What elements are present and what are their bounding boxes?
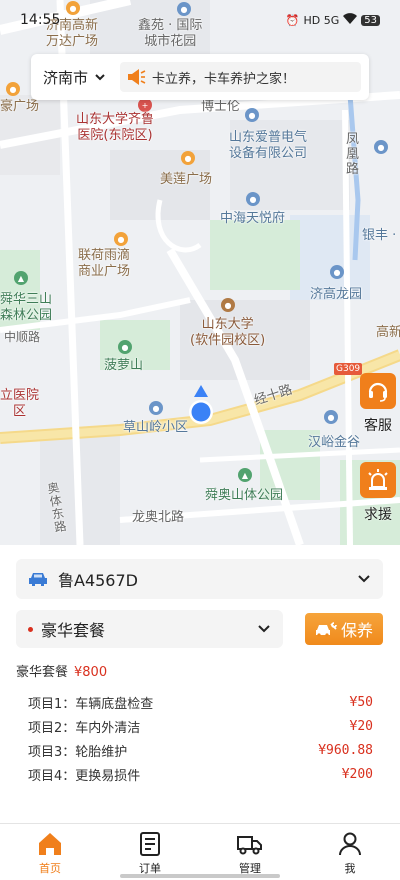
car-icon <box>29 573 47 586</box>
alarm-light-icon <box>360 462 396 498</box>
tab-label: 我 <box>344 862 356 875</box>
residence-poi-icon: ● <box>246 192 260 206</box>
shopping-poi-icon: ● <box>181 151 195 165</box>
chevron-down-icon <box>95 74 105 81</box>
map-label: 山东爱普电气 设备有限公司 <box>229 130 308 161</box>
current-location-icon <box>189 385 213 424</box>
item-label: 项目3：轮胎维护 <box>28 744 128 760</box>
item-label: 项目1：车辆底盘检查 <box>28 696 154 712</box>
battery-indicator: 53 <box>361 14 380 26</box>
customer-service-label: 客服 <box>364 418 392 434</box>
top-bar: 济南市 卡立养，卡车养护之家！ <box>31 54 369 100</box>
tab-profile[interactable]: 我 <box>300 824 400 880</box>
map-label: 中海天悦府 <box>220 211 286 226</box>
map-label: 汉峪金谷 <box>308 435 361 450</box>
map-label: 高新 <box>376 325 400 340</box>
map-label: 舜华三山 森林公园 <box>0 292 53 323</box>
map-label: 济高龙园 <box>310 287 363 302</box>
shopping-poi-icon: ● <box>6 82 20 96</box>
package-items-list: 项目1：车辆底盘检查 ¥50 项目2：车内外清洁 ¥20 项目3：轮胎维护 ¥9… <box>28 690 373 786</box>
road-label: 龙奥北路 <box>132 510 185 525</box>
package-summary: 豪华套餐 ¥800 <box>16 661 107 680</box>
required-dot <box>28 626 33 632</box>
summary-name: 豪华套餐 <box>16 665 69 680</box>
map-label: 中顺路 <box>4 330 41 344</box>
city-name: 济南市 <box>43 68 89 87</box>
hospital-poi-icon: + <box>138 98 152 112</box>
map-label: 联荷雨滴 商业广场 <box>78 248 131 279</box>
tab-orders[interactable]: 订单 <box>100 824 200 880</box>
summary-price: ¥800 <box>74 665 108 680</box>
maintenance-label: 保养 <box>340 621 373 640</box>
tab-home[interactable]: 首页 <box>0 824 100 880</box>
scenic-poi-icon: ● <box>118 340 132 354</box>
map-label: 山东大学 (软件园校区) <box>190 317 266 348</box>
truck-icon <box>237 836 262 855</box>
map-label: 菠萝山 <box>104 358 144 373</box>
network-indicator: HD 5G <box>303 13 340 27</box>
notice-banner[interactable]: 卡立养，卡车养护之家！ <box>120 62 361 92</box>
map-label: 立医院区 <box>0 388 40 419</box>
headset-icon <box>360 373 396 409</box>
item-price: ¥960.88 <box>318 742 373 758</box>
plate-number: 鲁A4567D <box>58 571 138 590</box>
bottom-tab-bar: 首页 订单 管理 我 <box>0 823 400 880</box>
map-label: 银丰 · <box>362 228 397 243</box>
residence-poi-icon: ● <box>330 265 344 279</box>
school-poi-icon: ● <box>221 298 235 312</box>
company-poi-icon: ● <box>245 108 259 122</box>
wifi-icon <box>343 13 358 27</box>
park-poi-icon: ▲ <box>238 468 252 482</box>
map-label: 山东大学齐鲁 医院(东院区) <box>76 112 155 143</box>
user-icon <box>339 832 361 856</box>
item-price: ¥20 <box>349 718 373 734</box>
chevron-down-icon <box>258 625 270 633</box>
customer-service-button[interactable]: 客服 <box>356 373 400 435</box>
company-poi-icon: ● <box>374 140 388 154</box>
map-label: 舜奥山体公园 <box>205 488 284 503</box>
tab-label: 首页 <box>39 862 61 875</box>
car-repair-icon <box>315 622 337 637</box>
megaphone-icon <box>128 69 146 85</box>
item-label: 项目2：车内外清洁 <box>28 720 141 736</box>
maintenance-button[interactable]: 保养 <box>305 613 383 645</box>
package-selector[interactable]: 豪华套餐 <box>16 610 283 648</box>
item-label: 项目4：更换易损件 <box>28 768 141 784</box>
map-label: 凤凰路 <box>346 132 360 177</box>
rescue-button[interactable]: 求援 <box>356 462 400 524</box>
service-panel: 鲁A4567D 豪华套餐 保养 豪华套餐 ¥800 项目1：车辆底盘检查 ¥50 … <box>0 545 400 823</box>
notice-text: 卡立养，卡车养护之家！ <box>152 71 296 87</box>
list-item: 项目3：轮胎维护 ¥960.88 <box>28 738 373 762</box>
rescue-label: 求援 <box>364 507 392 523</box>
list-item: 项目2：车内外清洁 ¥20 <box>28 714 373 738</box>
shopping-poi-icon: ● <box>114 232 128 246</box>
status-time: 14:55 <box>20 12 61 28</box>
alarm-icon: ⏰ <box>285 13 300 27</box>
list-item: 项目4：更换易损件 ¥200 <box>28 762 373 786</box>
map-label: 博士伦 <box>201 99 241 114</box>
chevron-down-icon <box>358 575 370 583</box>
tab-manage[interactable]: 管理 <box>200 824 300 880</box>
map-label: 美莲广场 <box>160 172 213 187</box>
list-item: 项目1：车辆底盘检查 ¥50 <box>28 690 373 714</box>
item-price: ¥200 <box>341 766 373 782</box>
map-label: 豪广场 <box>0 99 40 114</box>
package-name: 豪华套餐 <box>41 621 106 640</box>
order-icon <box>140 832 160 856</box>
home-indicator <box>120 874 280 878</box>
company-poi-icon: ● <box>324 410 338 424</box>
map-label: 草山岭小区 <box>123 420 189 435</box>
city-selector[interactable]: 济南市 <box>43 67 106 88</box>
vehicle-selector[interactable]: 鲁A4567D <box>16 559 383 599</box>
residence-poi-icon: ● <box>149 401 163 415</box>
home-icon <box>39 833 61 855</box>
item-price: ¥50 <box>349 694 373 710</box>
status-bar: 14:55 ⏰ HD 5G 53 <box>0 0 400 40</box>
park-poi-icon: ▲ <box>14 271 28 285</box>
status-icons: ⏰ HD 5G 53 <box>286 13 380 27</box>
